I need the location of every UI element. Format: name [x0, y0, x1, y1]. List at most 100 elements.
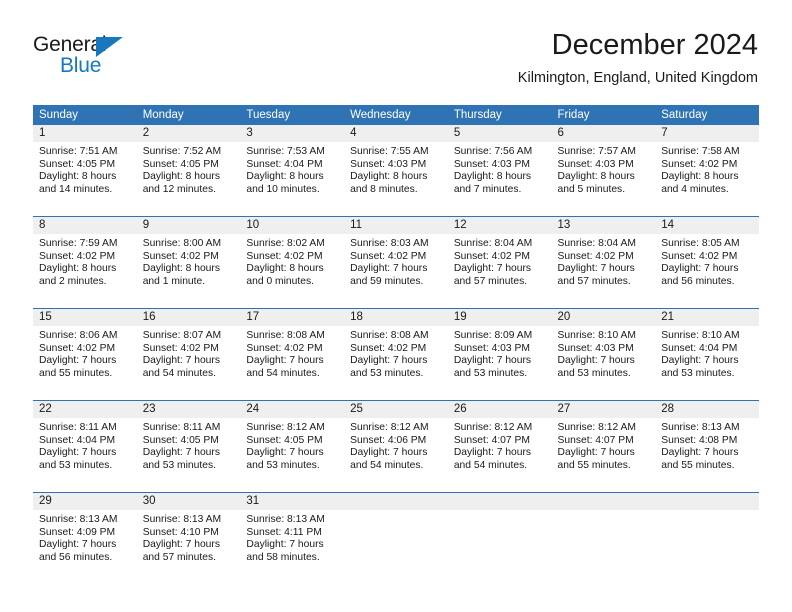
calendar-week-row: 15 16 17 18 19 20 21 Sunrise: 8:06 AM Su…	[33, 309, 759, 401]
day-number[interactable]: 24	[240, 401, 344, 418]
daylight-text-line1: Daylight: 7 hours	[142, 355, 220, 367]
day-cell[interactable]: Sunrise: 7:52 AM Sunset: 4:05 PM Dayligh…	[137, 142, 241, 216]
daylight-text-line2: and 57 minutes.	[557, 275, 631, 287]
day-cell[interactable]: Sunrise: 8:13 AM Sunset: 4:08 PM Dayligh…	[655, 418, 759, 492]
daylight-text-line2: and 58 minutes.	[246, 551, 320, 563]
day-number[interactable]: 10	[240, 217, 344, 234]
sunset-text: Sunset: 4:02 PM	[557, 250, 634, 262]
day-number[interactable]: 12	[448, 217, 552, 234]
day-number[interactable]: 21	[655, 309, 759, 326]
sunset-text: Sunset: 4:05 PM	[142, 434, 219, 446]
day-number[interactable]: 26	[448, 401, 552, 418]
daylight-text-line1: Daylight: 7 hours	[453, 355, 532, 367]
day-number[interactable]: 17	[240, 309, 344, 326]
day-cell[interactable]: Sunrise: 8:08 AM Sunset: 4:02 PM Dayligh…	[344, 326, 448, 400]
day-number[interactable]: 20	[552, 309, 656, 326]
day-cell[interactable]: Sunrise: 7:59 AM Sunset: 4:02 PM Dayligh…	[33, 234, 137, 308]
daylight-text-line1: Daylight: 8 hours	[246, 263, 324, 275]
sunrise-text: Sunrise: 8:12 AM	[557, 422, 636, 433]
day-number[interactable]: 31	[240, 493, 344, 510]
day-number[interactable]: 5	[448, 125, 552, 142]
day-number[interactable]: 28	[655, 401, 759, 418]
week-daynumber-row: 15 16 17 18 19 20 21	[33, 309, 759, 326]
day-number[interactable]: 23	[137, 401, 241, 418]
calendar-week-row: 1 2 3 4 5 6 7 Sunrise: 7:51 AM Sunset: 4…	[33, 125, 759, 217]
day-cell[interactable]: Sunrise: 7:51 AM Sunset: 4:05 PM Dayligh…	[33, 142, 137, 216]
daylight-text-line1: Daylight: 7 hours	[39, 447, 117, 459]
daylight-text-line1: Daylight: 8 hours	[661, 171, 739, 183]
day-number[interactable]: 22	[33, 401, 137, 418]
day-cell[interactable]: Sunrise: 8:13 AM Sunset: 4:10 PM Dayligh…	[137, 510, 241, 584]
day-cell[interactable]: Sunrise: 8:12 AM Sunset: 4:05 PM Dayligh…	[240, 418, 344, 492]
day-cell[interactable]: Sunrise: 8:13 AM Sunset: 4:11 PM Dayligh…	[240, 510, 344, 584]
general-blue-logo: General Blue	[33, 33, 193, 79]
day-number[interactable]: 7	[655, 125, 759, 142]
day-cell[interactable]: Sunrise: 8:04 AM Sunset: 4:02 PM Dayligh…	[552, 234, 656, 308]
day-number[interactable]: 4	[344, 125, 448, 142]
daylight-text-line2: and 0 minutes.	[246, 275, 314, 287]
sunset-text: Sunset: 4:07 PM	[557, 434, 634, 446]
sunset-text: Sunset: 4:08 PM	[661, 434, 738, 446]
sunset-text: Sunset: 4:02 PM	[39, 250, 116, 262]
day-number[interactable]: 29	[33, 493, 137, 510]
day-cell[interactable]: Sunrise: 8:02 AM Sunset: 4:02 PM Dayligh…	[240, 234, 344, 308]
sunset-text: Sunset: 4:02 PM	[142, 250, 219, 262]
day-number[interactable]: 14	[655, 217, 759, 234]
daylight-text-line2: and 7 minutes.	[453, 183, 522, 195]
week-daynumber-row: 22 23 24 25 26 27 28	[33, 401, 759, 418]
day-number[interactable]: 8	[33, 217, 137, 234]
day-number[interactable]: 2	[137, 125, 241, 142]
day-cell[interactable]: Sunrise: 8:00 AM Sunset: 4:02 PM Dayligh…	[137, 234, 241, 308]
day-number[interactable]: 18	[344, 309, 448, 326]
day-cell[interactable]: Sunrise: 7:58 AM Sunset: 4:02 PM Dayligh…	[655, 142, 759, 216]
daylight-text-line1: Daylight: 7 hours	[350, 263, 428, 275]
daylight-text-line1: Daylight: 7 hours	[39, 539, 117, 551]
day-number[interactable]: 1	[33, 125, 137, 142]
daylight-text-line2: and 4 minutes.	[661, 183, 729, 195]
day-cell[interactable]: Sunrise: 8:10 AM Sunset: 4:03 PM Dayligh…	[552, 326, 656, 400]
day-cell[interactable]: Sunrise: 8:13 AM Sunset: 4:09 PM Dayligh…	[33, 510, 137, 584]
sunrise-text: Sunrise: 7:55 AM	[350, 146, 429, 157]
daylight-text-line1: Daylight: 7 hours	[557, 447, 635, 459]
day-cell-empty	[448, 510, 552, 584]
day-number[interactable]: 30	[137, 493, 241, 510]
daylight-text-line2: and 53 minutes.	[557, 367, 631, 379]
day-number-empty	[655, 493, 759, 510]
day-cell[interactable]: Sunrise: 7:56 AM Sunset: 4:03 PM Dayligh…	[448, 142, 552, 216]
sunset-text: Sunset: 4:03 PM	[350, 158, 427, 170]
day-number[interactable]: 19	[448, 309, 552, 326]
day-cell[interactable]: Sunrise: 8:11 AM Sunset: 4:05 PM Dayligh…	[137, 418, 241, 492]
day-cell[interactable]: Sunrise: 8:03 AM Sunset: 4:02 PM Dayligh…	[344, 234, 448, 308]
day-number[interactable]: 3	[240, 125, 344, 142]
day-number[interactable]: 9	[137, 217, 241, 234]
day-cell[interactable]: Sunrise: 8:06 AM Sunset: 4:02 PM Dayligh…	[33, 326, 137, 400]
sunrise-text: Sunrise: 7:56 AM	[453, 146, 533, 157]
sunrise-text: Sunrise: 8:03 AM	[350, 238, 429, 249]
day-cell[interactable]: Sunrise: 8:04 AM Sunset: 4:02 PM Dayligh…	[448, 234, 552, 308]
day-number[interactable]: 6	[552, 125, 656, 142]
day-cell[interactable]: Sunrise: 8:11 AM Sunset: 4:04 PM Dayligh…	[33, 418, 137, 492]
day-cell[interactable]: Sunrise: 8:12 AM Sunset: 4:07 PM Dayligh…	[448, 418, 552, 492]
day-cell[interactable]: Sunrise: 8:09 AM Sunset: 4:03 PM Dayligh…	[448, 326, 552, 400]
day-cell[interactable]: Sunrise: 8:08 AM Sunset: 4:02 PM Dayligh…	[240, 326, 344, 400]
day-cell[interactable]: Sunrise: 8:07 AM Sunset: 4:02 PM Dayligh…	[137, 326, 241, 400]
day-cell[interactable]: Sunrise: 7:55 AM Sunset: 4:03 PM Dayligh…	[344, 142, 448, 216]
day-number[interactable]: 16	[137, 309, 241, 326]
day-number[interactable]: 11	[344, 217, 448, 234]
day-cell[interactable]: Sunrise: 7:57 AM Sunset: 4:03 PM Dayligh…	[552, 142, 656, 216]
day-number-empty	[552, 493, 656, 510]
day-number[interactable]: 27	[552, 401, 656, 418]
sunrise-text: Sunrise: 8:04 AM	[557, 238, 636, 249]
day-cell[interactable]: Sunrise: 8:05 AM Sunset: 4:02 PM Dayligh…	[655, 234, 759, 308]
day-number[interactable]: 15	[33, 309, 137, 326]
daylight-text-line2: and 57 minutes.	[142, 551, 216, 563]
day-cell[interactable]: Sunrise: 8:10 AM Sunset: 4:04 PM Dayligh…	[655, 326, 759, 400]
day-cell[interactable]: Sunrise: 8:12 AM Sunset: 4:07 PM Dayligh…	[552, 418, 656, 492]
weekday-header-friday: Friday	[557, 109, 590, 121]
day-number[interactable]: 13	[552, 217, 656, 234]
sunrise-text: Sunrise: 7:57 AM	[557, 146, 636, 157]
day-cell[interactable]: Sunrise: 7:53 AM Sunset: 4:04 PM Dayligh…	[240, 142, 344, 216]
day-number[interactable]: 25	[344, 401, 448, 418]
sunset-text: Sunset: 4:07 PM	[453, 434, 530, 446]
day-cell[interactable]: Sunrise: 8:12 AM Sunset: 4:06 PM Dayligh…	[344, 418, 448, 492]
